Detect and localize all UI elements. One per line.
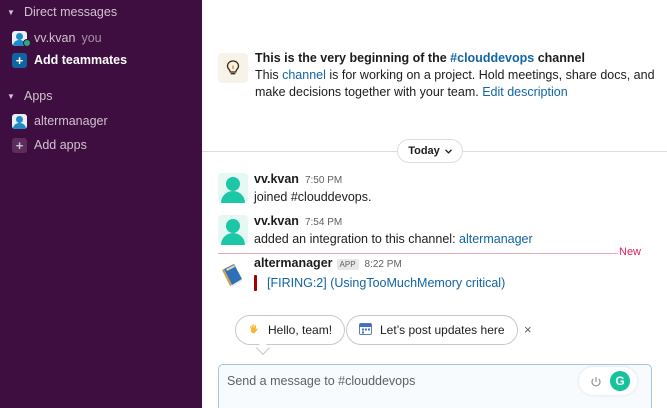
grammarly-icon[interactable]: G [610,371,630,391]
composer-placeholder: Send a message to #clouddevops [227,374,416,388]
message[interactable]: altermanager APP 8:22 PM [FIRING:2] (Usi… [218,256,658,291]
message-author[interactable]: vv.kvan [254,172,299,186]
add-teammates-button[interactable]: + Add teammates [0,50,202,70]
edit-description-link[interactable]: Edit description [482,85,567,99]
suggestion-post-label: Let’s post updates here [380,323,505,337]
intro-title-suffix: channel [534,51,585,65]
today-label: Today [408,145,440,157]
message-text-prefix: added an integration to this channel: [254,232,460,246]
sidebar-app-name: altermanager [34,114,108,128]
waving-hand-icon [248,323,260,338]
suggestion-hello-team[interactable]: Hello, team! [235,315,346,345]
message[interactable]: vv.kvan 7:54 PM added an integration to … [218,214,658,248]
dismiss-suggestions-button[interactable]: × [524,322,532,337]
user-avatar-icon[interactable] [218,173,248,203]
intro-title: This is the very beginning of the #cloud… [255,50,658,67]
caret-down-icon: ▼ [7,7,15,17]
intro-desc-prefix: This [255,68,283,82]
intro-description: This channel is for working on a project… [255,67,658,101]
sidebar-item-self-dm[interactable]: vv.kvan you [0,28,202,48]
app-avatar-icon [12,113,27,129]
integration-link[interactable]: altermanager [459,232,533,246]
message[interactable]: vv.kvan 7:50 PM joined #clouddevops. [218,172,658,206]
attachment-color-bar [254,275,257,291]
message-timestamp[interactable]: 7:50 PM [305,175,342,186]
book-icon[interactable] [218,259,248,289]
add-apps-button[interactable]: + Add apps [0,135,202,155]
sidebar: ▼ Direct messages vv.kvan you + Add team… [0,0,202,408]
message-text: joined #clouddevops. [254,190,372,204]
caret-down-icon: ▼ [7,91,15,101]
add-teammates-label: Add teammates [34,53,128,67]
lightbulb-icon [218,53,248,83]
message-text: added an integration to this channel: al… [254,231,533,248]
alert-title-link[interactable]: [FIRING:2] (UsingTooMuchMemory critical) [267,276,505,290]
message-composer[interactable]: Send a message to #clouddevops G [218,364,652,408]
alert-attachment[interactable]: [FIRING:2] (UsingTooMuchMemory critical) [254,275,505,291]
today-date-button[interactable]: Today [397,139,463,163]
add-apps-label: Add apps [34,138,87,152]
new-messages-divider [218,253,618,254]
channel-view: This is the very beginning of the #cloud… [202,0,667,408]
plus-icon: + [12,52,27,68]
message-author[interactable]: altermanager [254,256,333,270]
channel-link[interactable]: #clouddevops [450,51,534,65]
apps-header[interactable]: ▼ Apps [0,87,53,105]
channel-word-link[interactable]: channel [282,68,326,82]
message-timestamp[interactable]: 7:54 PM [305,217,342,228]
direct-messages-header[interactable]: ▼ Direct messages [0,3,117,21]
message-timestamp[interactable]: 8:22 PM [365,259,402,270]
app-badge: APP [336,259,359,270]
user-avatar-icon[interactable] [218,215,248,245]
sidebar-user-name: vv.kvan [34,31,76,45]
suggestion-post-updates[interactable]: Let’s post updates here [346,315,518,345]
channel-intro: This is the very beginning of the #cloud… [218,50,658,101]
intro-title-prefix: This is the very beginning of the [255,51,451,65]
apps-label: Apps [24,89,53,103]
direct-messages-label: Direct messages [24,5,118,19]
sidebar-user-you: you [81,31,102,45]
message-author[interactable]: vv.kvan [254,214,299,228]
presence-active-icon [23,39,31,47]
power-icon[interactable] [586,372,606,392]
calendar-icon [359,322,372,338]
plus-icon: + [12,137,27,153]
sidebar-item-altermanager[interactable]: altermanager [0,111,202,131]
suggestion-hello-label: Hello, team! [268,323,333,337]
chevron-down-icon [444,145,452,157]
